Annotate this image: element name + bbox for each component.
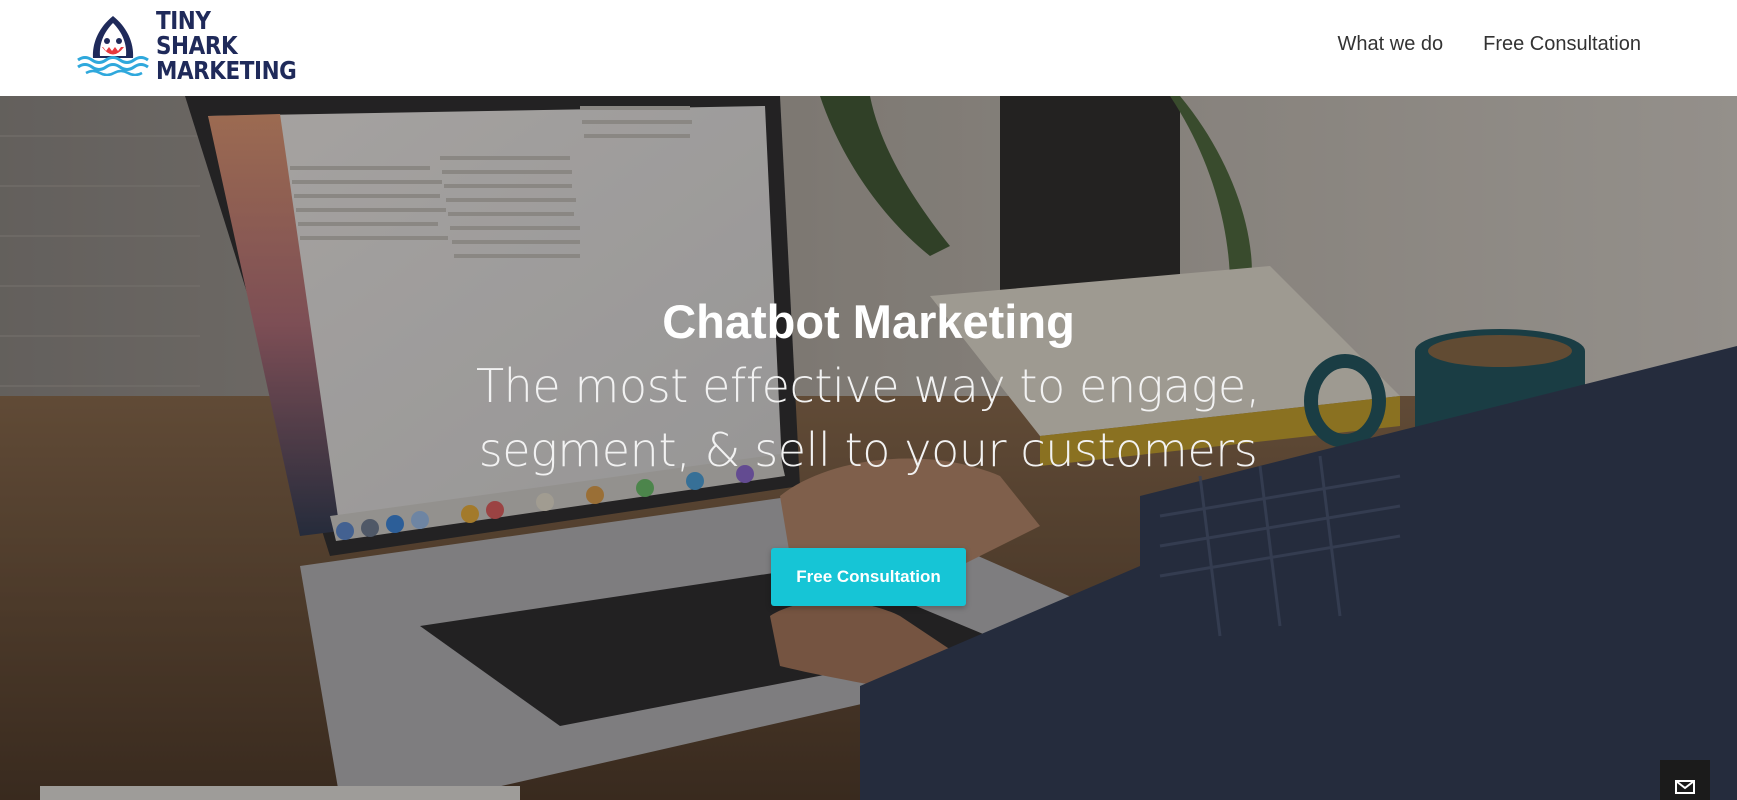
mail-widget-button[interactable] bbox=[1660, 760, 1710, 800]
site-header: TINY SHARK MARKETING What we do Free Con… bbox=[0, 0, 1737, 96]
hero-subtitle: The most effective way to engage, segmen… bbox=[475, 359, 1261, 477]
logo-line-1: TINY SHARK bbox=[156, 5, 238, 60]
mail-icon bbox=[1675, 780, 1695, 794]
nav-link-free-consultation[interactable]: Free Consultation bbox=[1483, 30, 1641, 58]
shark-logo-icon bbox=[77, 16, 149, 76]
logo-line-2: MARKETING bbox=[156, 55, 297, 85]
site-logo[interactable]: TINY SHARK MARKETING bbox=[76, 8, 306, 83]
nav-link-what-we-do[interactable]: What we do bbox=[1338, 30, 1444, 58]
hero-title: Chatbot Marketing bbox=[662, 295, 1075, 348]
main-nav: What we do Free Consultation bbox=[1338, 30, 1641, 58]
free-consultation-button[interactable]: Free Consultation bbox=[771, 548, 966, 606]
hero-section: Chatbot Marketing The most effective way… bbox=[0, 96, 1737, 800]
logo-wordmark: TINY SHARK MARKETING bbox=[156, 5, 297, 85]
